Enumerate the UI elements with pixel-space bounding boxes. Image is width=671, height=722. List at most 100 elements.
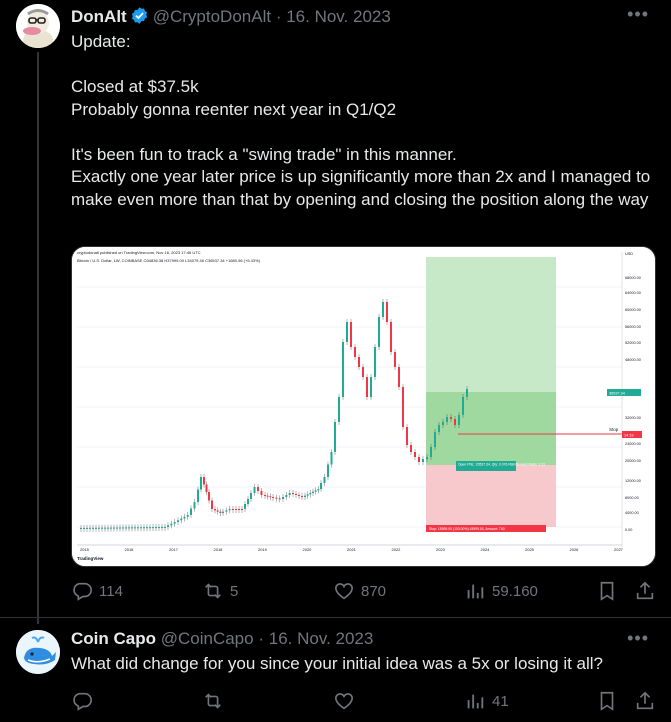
price-tick-label: 4000.00	[625, 511, 639, 515]
tweet-coincapo[interactable]: Coin Capo @CoinCapo · 16. Nov. 2023 ••• …	[0, 618, 671, 722]
dot-separator: ·	[275, 7, 282, 26]
candle-body	[125, 527, 127, 529]
avatar-donalt[interactable]	[16, 4, 60, 48]
year-tick-label: 2019	[258, 547, 268, 552]
views-button[interactable]: 41	[464, 690, 509, 712]
candle-body	[462, 397, 464, 415]
year-tick-label: 2018	[214, 547, 224, 552]
candle-body	[394, 352, 396, 367]
repost-count: 5	[230, 582, 239, 600]
candle-body	[304, 495, 306, 497]
price-tick-label: USD	[625, 252, 633, 256]
candle-body	[110, 527, 112, 529]
reply-count: 114	[99, 582, 123, 600]
tweet2-actions: 41	[71, 690, 656, 714]
year-tick-label: 2017	[169, 547, 179, 552]
price-tick-label: 68000.00	[625, 276, 641, 280]
candle-body	[177, 520, 179, 522]
candle-body	[446, 417, 448, 422]
candle-body	[101, 527, 103, 529]
candle-body	[410, 445, 412, 452]
like-button[interactable]	[333, 690, 355, 712]
loss-zone	[426, 465, 556, 527]
candle-body	[244, 504, 246, 509]
price-tick-label: 48000.00	[625, 358, 641, 362]
views-icon	[467, 694, 484, 709]
price-tick-label: 32000.00	[625, 416, 641, 420]
more-options-icon[interactable]: •••	[627, 4, 649, 25]
candle-body	[170, 523, 173, 526]
candle-body	[362, 367, 364, 377]
candle-body	[374, 347, 376, 377]
more-options-icon[interactable]: •••	[627, 628, 649, 649]
candle-body	[458, 415, 460, 425]
candle-body	[426, 457, 428, 459]
price-tick-label: 24000.00	[625, 442, 641, 446]
author-name[interactable]: DonAlt	[71, 7, 127, 26]
reply-button[interactable]	[71, 690, 93, 712]
price-tick-label: 8000.00	[625, 496, 639, 500]
stop-tag-text: 14:19	[624, 434, 634, 438]
candle-body	[312, 491, 314, 493]
candle-body	[358, 357, 360, 367]
candle-body	[320, 483, 322, 489]
repost-button[interactable]	[202, 690, 224, 712]
year-tick-label: 2015	[80, 547, 90, 552]
views-button[interactable]: 59.160	[464, 580, 538, 602]
bookmark-button[interactable]	[596, 690, 618, 712]
candle-body	[116, 527, 118, 529]
candle-body	[269, 496, 272, 498]
chart-image[interactable]: cryptodonalt published on TradingView.co…	[71, 246, 656, 567]
candle-body	[98, 527, 100, 529]
year-tick-label: 2021	[347, 547, 357, 552]
chart-symbol-line: Bitcoin / U.S. Dollar, 1W, COINBASE O348…	[77, 258, 261, 263]
candle-body	[232, 509, 234, 510]
candle-body	[155, 527, 157, 529]
bookmark-button[interactable]	[596, 580, 618, 602]
candle-body	[285, 495, 288, 497]
candle-body	[241, 509, 243, 510]
candle-body	[366, 377, 368, 397]
candle-body	[330, 452, 333, 465]
candle-body	[152, 527, 154, 529]
tweet-date[interactable]: 16. Nov. 2023	[269, 629, 374, 648]
candle-body	[414, 452, 416, 457]
candle-body	[107, 527, 109, 529]
candle-body	[422, 459, 424, 462]
candle-body	[288, 493, 291, 495]
reply-button[interactable]: 114	[71, 580, 123, 602]
candle-body	[197, 489, 199, 502]
candle-body	[346, 322, 348, 342]
duck-avatar-icon	[16, 4, 60, 48]
candle-body	[253, 487, 256, 493]
price-tick-label: 56000.00	[625, 325, 641, 329]
candle-body	[466, 389, 468, 397]
year-tick-label: 2023	[436, 547, 446, 552]
like-count: 870	[361, 582, 387, 600]
candle-body	[298, 495, 300, 496]
verified-badge-icon	[130, 6, 149, 30]
share-button[interactable]	[634, 690, 656, 712]
candle-body	[434, 432, 436, 447]
candle-body	[167, 525, 169, 527]
tweet-date[interactable]: 16. Nov. 2023	[286, 7, 391, 26]
candle-body	[80, 527, 82, 529]
like-button[interactable]: 870	[333, 580, 386, 602]
tweet-text: Update: Closed at $37.5k Probably gonna …	[71, 32, 651, 209]
candle-body	[338, 397, 340, 422]
candle-body	[301, 496, 303, 497]
candle-body	[260, 491, 263, 495]
author-handle[interactable]: @CoinCapo	[161, 629, 254, 648]
author-name[interactable]: Coin Capo	[71, 629, 156, 648]
candle-body	[418, 457, 420, 462]
candle-body	[146, 527, 148, 529]
avatar-coincapo[interactable]	[16, 630, 60, 674]
repost-button[interactable]: 5	[202, 580, 238, 602]
author-handle[interactable]: @CryptoDonAlt	[153, 7, 271, 26]
candle-body	[190, 508, 192, 515]
tweet-donalt[interactable]: DonAlt @CryptoDonAlt · 16. Nov. 2023 ••• …	[0, 0, 671, 624]
year-tick-label: 2024	[481, 547, 491, 552]
share-button[interactable]	[634, 580, 656, 602]
candle-body	[354, 347, 356, 357]
candle-body	[140, 527, 142, 529]
